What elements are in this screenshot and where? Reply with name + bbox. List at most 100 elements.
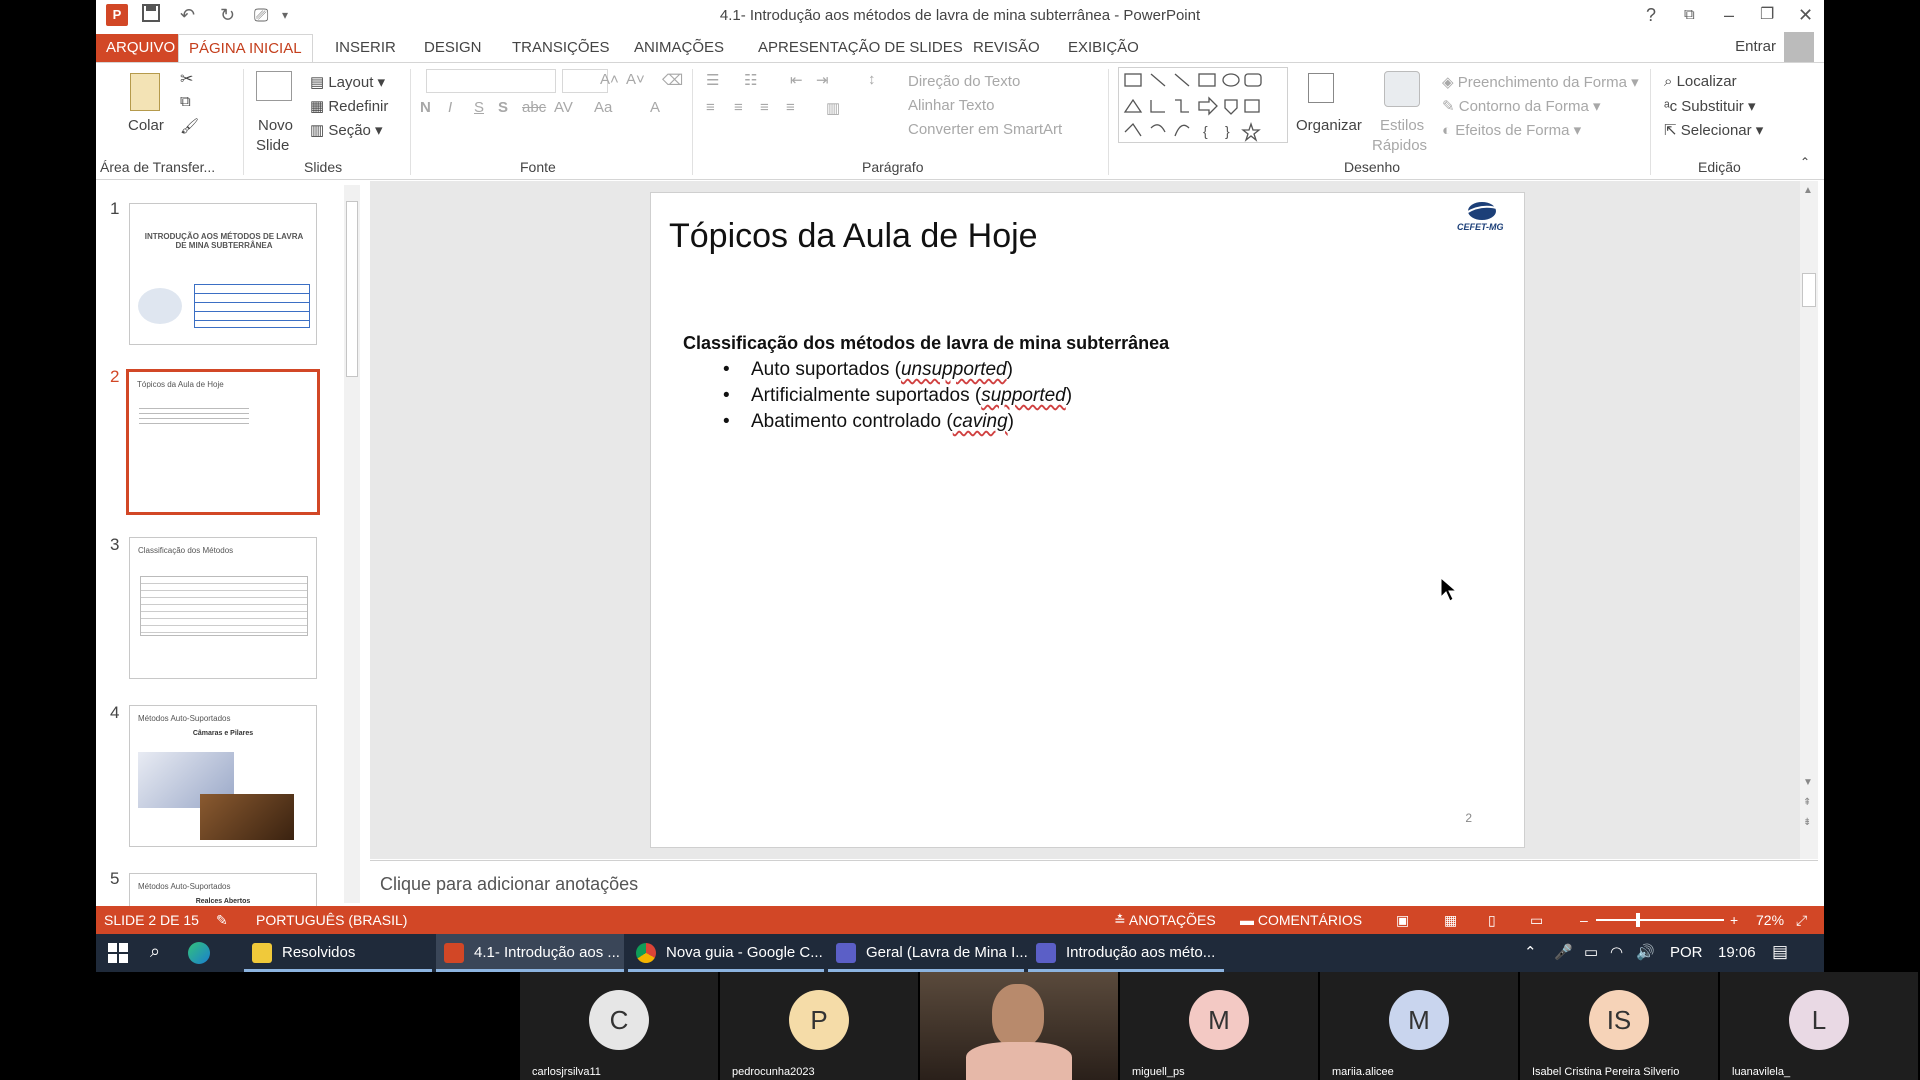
scrollbar-thumb[interactable]: [346, 201, 358, 377]
slide-thumbnail-1[interactable]: INTRODUÇÃO AOS MÉTODOS DE LAVRA DE MINA …: [129, 203, 317, 345]
ribbon-display-options-icon[interactable]: ⧉: [1684, 3, 1695, 27]
clear-formatting-icon[interactable]: ⌫: [662, 71, 683, 89]
arrange-icon[interactable]: [1308, 73, 1334, 103]
notifications-icon[interactable]: ▤: [1772, 942, 1788, 962]
quick-styles-icon[interactable]: [1384, 71, 1420, 107]
layout-button[interactable]: ▤ Layout ▾: [310, 73, 385, 91]
slide-sorter-icon[interactable]: ▦: [1444, 912, 1457, 929]
minimize-icon[interactable]: –: [1724, 3, 1734, 27]
keyboard-language[interactable]: POR: [1670, 944, 1703, 961]
restore-icon[interactable]: ❐: [1760, 3, 1774, 27]
slide-heading[interactable]: Classificação dos métodos de lavra de mi…: [683, 333, 1169, 354]
tab-inserir[interactable]: INSERIR: [325, 34, 406, 62]
slide-title[interactable]: Tópicos da Aula de Hoje: [669, 217, 1038, 256]
arrange-button[interactable]: Organizar: [1296, 117, 1362, 134]
scroll-up-icon[interactable]: ▲: [1803, 185, 1813, 196]
select-button[interactable]: ⇱ Selecionar ▾: [1664, 121, 1763, 139]
taskbar-item-teams-geral[interactable]: Geral (Lavra de Mina I...: [828, 934, 1028, 972]
font-name-dropdown[interactable]: [426, 69, 556, 93]
replace-button[interactable]: ᵃc Substituir ▾: [1664, 97, 1755, 115]
align-left-icon[interactable]: ≡: [706, 99, 715, 116]
zoom-level[interactable]: 72%: [1756, 912, 1784, 928]
account-avatar[interactable]: [1784, 32, 1814, 62]
sign-in-link[interactable]: Entrar: [1735, 38, 1776, 55]
tab-revisao[interactable]: REVISÃO: [963, 34, 1050, 62]
slide-thumbnail-4[interactable]: Métodos Auto-Suportados Câmaras e Pilare…: [129, 705, 317, 847]
bullet-item[interactable]: • Abatimento controlado (caving): [723, 411, 1014, 433]
find-button[interactable]: ⌕ Localizar: [1664, 73, 1737, 90]
shapes-gallery[interactable]: {}: [1118, 67, 1288, 143]
zoom-slider-thumb[interactable]: [1636, 913, 1640, 927]
next-slide-icon[interactable]: ⇟: [1803, 817, 1811, 828]
shadow-button[interactable]: S: [498, 99, 508, 116]
zoom-slider[interactable]: [1596, 919, 1724, 921]
bullet-item[interactable]: • Artificialmente suportados (supported): [723, 385, 1072, 407]
quick-styles-line2[interactable]: Rápidos: [1372, 137, 1427, 154]
line-spacing-icon[interactable]: ↕: [868, 71, 876, 88]
scrollbar-thumb[interactable]: [1802, 273, 1816, 307]
volume-icon[interactable]: 🔊: [1636, 943, 1655, 961]
decrease-indent-icon[interactable]: ⇤: [790, 71, 803, 89]
tab-animacoes[interactable]: ANIMAÇÕES: [624, 34, 734, 62]
columns-icon[interactable]: ▥: [826, 99, 840, 117]
battery-icon[interactable]: ▭: [1584, 943, 1598, 961]
notes-pane[interactable]: Clique para adicionar anotações: [370, 860, 1818, 906]
grow-font-icon[interactable]: A˄: [600, 71, 619, 88]
tab-design[interactable]: DESIGN: [414, 34, 492, 62]
format-painter-icon[interactable]: 🖌: [180, 117, 199, 135]
windows-start-icon[interactable]: [108, 943, 128, 967]
bullets-icon[interactable]: ☰: [706, 71, 719, 89]
align-text-button[interactable]: Alinhar Texto: [908, 97, 994, 114]
participant-tile[interactable]: M mariia.alicee: [1320, 972, 1518, 1080]
bold-button[interactable]: N: [420, 99, 431, 116]
current-slide[interactable]: Tópicos da Aula de Hoje CEFET-MG Classif…: [650, 192, 1525, 848]
zoom-in-icon[interactable]: +: [1730, 912, 1738, 928]
tab-pagina-inicial[interactable]: PÁGINA INICIAL: [178, 34, 313, 63]
tab-arquivo[interactable]: ARQUIVO: [96, 34, 186, 62]
italic-button[interactable]: I: [448, 99, 452, 116]
reset-button[interactable]: ▦ Redefinir: [310, 97, 388, 115]
spell-check-icon[interactable]: ✎: [216, 912, 228, 929]
participant-tile[interactable]: C carlosjrsilva11: [520, 972, 718, 1080]
numbering-icon[interactable]: ☷: [744, 71, 757, 89]
align-center-icon[interactable]: ≡: [734, 99, 743, 116]
participant-tile[interactable]: IS Isabel Cristina Pereira Silverio: [1520, 972, 1718, 1080]
paste-button[interactable]: Colar: [128, 117, 164, 134]
shrink-font-icon[interactable]: A˅: [626, 71, 645, 88]
new-slide-button-line2[interactable]: Slide: [256, 137, 289, 154]
change-case-button[interactable]: Aa: [594, 99, 612, 116]
strikethrough-button[interactable]: abc: [522, 99, 546, 116]
justify-icon[interactable]: ≡: [786, 99, 795, 116]
convert-smartart-button[interactable]: Converter em SmartArt: [908, 121, 1062, 138]
slide-thumbnail-2[interactable]: Tópicos da Aula de Hoje: [126, 369, 320, 515]
participant-tile[interactable]: M miguell_ps: [1120, 972, 1318, 1080]
font-color-button[interactable]: A: [650, 99, 660, 116]
help-icon[interactable]: ?: [1646, 3, 1656, 27]
tab-exibicao[interactable]: EXIBIÇÃO: [1058, 34, 1149, 62]
previous-slide-icon[interactable]: ⇞: [1803, 797, 1811, 808]
close-icon[interactable]: ✕: [1798, 3, 1813, 27]
wifi-icon[interactable]: ◠: [1610, 943, 1623, 961]
slideshow-icon[interactable]: ▭: [1530, 912, 1543, 929]
copy-icon[interactable]: ⧉: [180, 93, 191, 110]
taskbar-item-resolvidos[interactable]: Resolvidos: [244, 934, 432, 972]
increase-indent-icon[interactable]: ⇥: [816, 71, 829, 89]
notes-toggle[interactable]: ≛ ANOTAÇÕES: [1114, 912, 1216, 929]
quick-styles-line1[interactable]: Estilos: [1380, 117, 1424, 134]
shape-effects-button[interactable]: ◐ Efeitos de Forma ▾: [1442, 121, 1581, 139]
slide-thumbnail-5[interactable]: Métodos Auto-Suportados Realces Abertos: [129, 873, 317, 909]
new-slide-icon[interactable]: [256, 71, 292, 101]
language-indicator[interactable]: PORTUGUÊS (BRASIL): [256, 912, 407, 928]
reading-view-icon[interactable]: ▯: [1488, 912, 1496, 929]
tab-apresentacao[interactable]: APRESENTAÇÃO DE SLIDES: [748, 34, 973, 62]
taskbar-item-teams-meeting[interactable]: Introdução aos méto...: [1028, 934, 1224, 972]
new-slide-button-line1[interactable]: Novo: [258, 117, 293, 134]
microphone-icon[interactable]: 🎤: [1554, 943, 1573, 961]
tab-transicoes[interactable]: TRANSIÇÕES: [502, 34, 620, 62]
participant-video-tile[interactable]: [920, 972, 1118, 1080]
underline-button[interactable]: S: [474, 99, 484, 116]
slide-thumbnail-3[interactable]: Classificação dos Métodos: [129, 537, 317, 679]
character-spacing-button[interactable]: AV: [554, 99, 573, 116]
normal-view-icon[interactable]: ▣: [1396, 912, 1409, 929]
comments-toggle[interactable]: ▬ COMENTÁRIOS: [1240, 912, 1362, 928]
